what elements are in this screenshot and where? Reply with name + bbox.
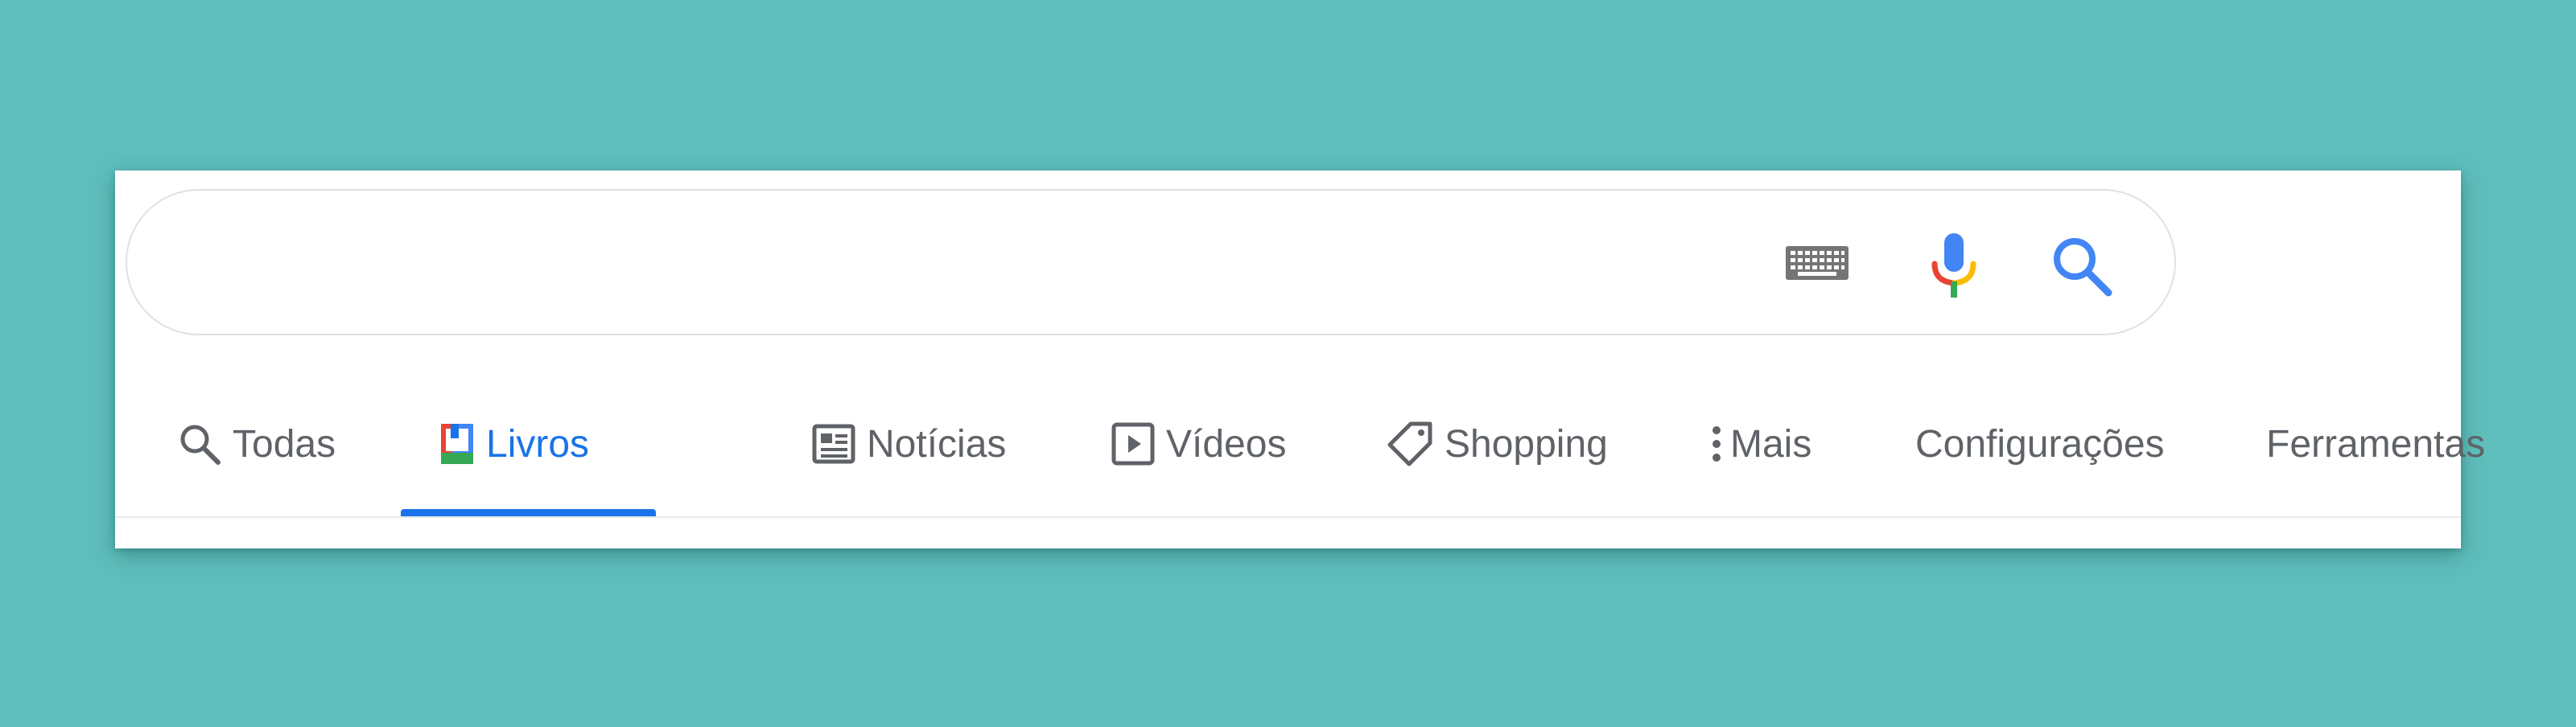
search-icon[interactable] — [2045, 229, 2117, 302]
search-tabs: Todas Livros Notícias Vídeos Shopping Ma… — [115, 404, 2485, 484]
tab-ferramentas[interactable]: Ferramentas — [2266, 404, 2485, 484]
books-icon — [439, 422, 475, 466]
tab-livros[interactable]: Livros — [439, 404, 589, 484]
tab-label: Vídeos — [1166, 422, 1287, 466]
more-vertical-icon — [1711, 424, 1722, 464]
tab-label: Ferramentas — [2266, 422, 2486, 466]
tab-label: Mais — [1730, 422, 1812, 466]
tab-label: Livros — [486, 422, 590, 466]
keyboard-icon[interactable] — [1783, 239, 1851, 287]
tab-configuracoes[interactable]: Configurações — [1915, 404, 2165, 484]
active-tab-indicator — [401, 509, 656, 516]
tabs-divider — [115, 516, 2461, 518]
tab-label: Configurações — [1915, 422, 2165, 466]
tag-icon — [1387, 421, 1433, 467]
tab-mais[interactable]: Mais — [1711, 404, 1811, 484]
microphone-icon[interactable] — [1922, 229, 1986, 302]
tab-label: Notícias — [867, 422, 1007, 466]
search-input[interactable] — [175, 223, 1788, 305]
tab-shopping[interactable]: Shopping — [1387, 404, 1608, 484]
tab-label: Shopping — [1445, 422, 1608, 466]
search-icon — [178, 422, 221, 466]
tab-videos[interactable]: Vídeos — [1111, 404, 1286, 484]
tab-label: Todas — [233, 422, 336, 466]
tab-noticias[interactable]: Notícias — [812, 404, 1006, 484]
search-panel: Todas Livros Notícias Vídeos Shopping Ma… — [115, 170, 2485, 548]
news-icon — [812, 424, 855, 464]
video-icon — [1111, 422, 1155, 466]
tab-todas[interactable]: Todas — [178, 404, 336, 484]
search-box[interactable] — [126, 189, 2176, 335]
